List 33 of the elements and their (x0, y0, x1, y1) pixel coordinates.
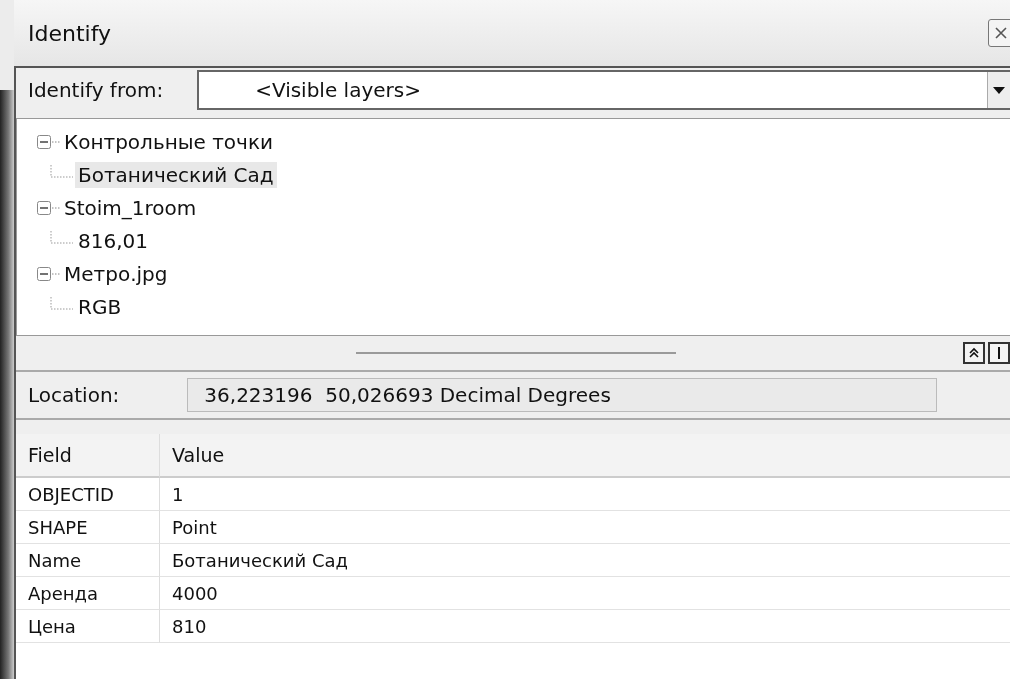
table-cell: OBJECTID (16, 478, 160, 511)
close-button[interactable] (988, 19, 1010, 47)
collapse-icon[interactable] (37, 266, 61, 281)
column-header[interactable]: Field (16, 434, 160, 478)
tree-item[interactable]: 816,01 (75, 227, 151, 254)
table-cell: 4000 (160, 577, 1010, 610)
table-cell: Цена (16, 610, 160, 643)
table-cell: Point (160, 511, 1010, 544)
location-label: Location: (28, 383, 120, 407)
tree-item[interactable]: Метро.jpg (61, 260, 171, 287)
window-title: Identify (28, 20, 112, 46)
column-header[interactable]: Value (160, 434, 1010, 478)
tree-item[interactable]: Контрольные точки (61, 128, 276, 155)
tree-item[interactable]: Stoim_1room (61, 194, 200, 221)
table-cell: Name (16, 544, 160, 577)
table-cell: Ботанический Сад (160, 544, 1010, 577)
double-chevron-up-icon (968, 347, 980, 359)
bar-icon (997, 347, 1001, 359)
tree-item[interactable]: RGB (75, 293, 125, 320)
table-cell: Аренда (16, 577, 160, 610)
table-cell: 810 (160, 610, 1010, 643)
table-cell: SHAPE (16, 511, 160, 544)
table-cell: 1 (160, 478, 1010, 511)
panel-button[interactable] (988, 342, 1010, 364)
tree-item[interactable]: Ботанический Сад (75, 161, 277, 188)
collapse-panel-button[interactable] (963, 342, 985, 364)
dropdown-arrow-icon (993, 86, 1005, 94)
layers-dropdown[interactable]: <Visible layers> (197, 70, 1010, 110)
collapse-icon[interactable] (37, 200, 61, 215)
identify-from-label: Identify from: (28, 78, 164, 102)
collapse-icon[interactable] (37, 134, 61, 149)
close-icon (994, 26, 1008, 40)
location-field[interactable]: 36,223196 50,026693 Decimal Degrees (187, 378, 938, 412)
